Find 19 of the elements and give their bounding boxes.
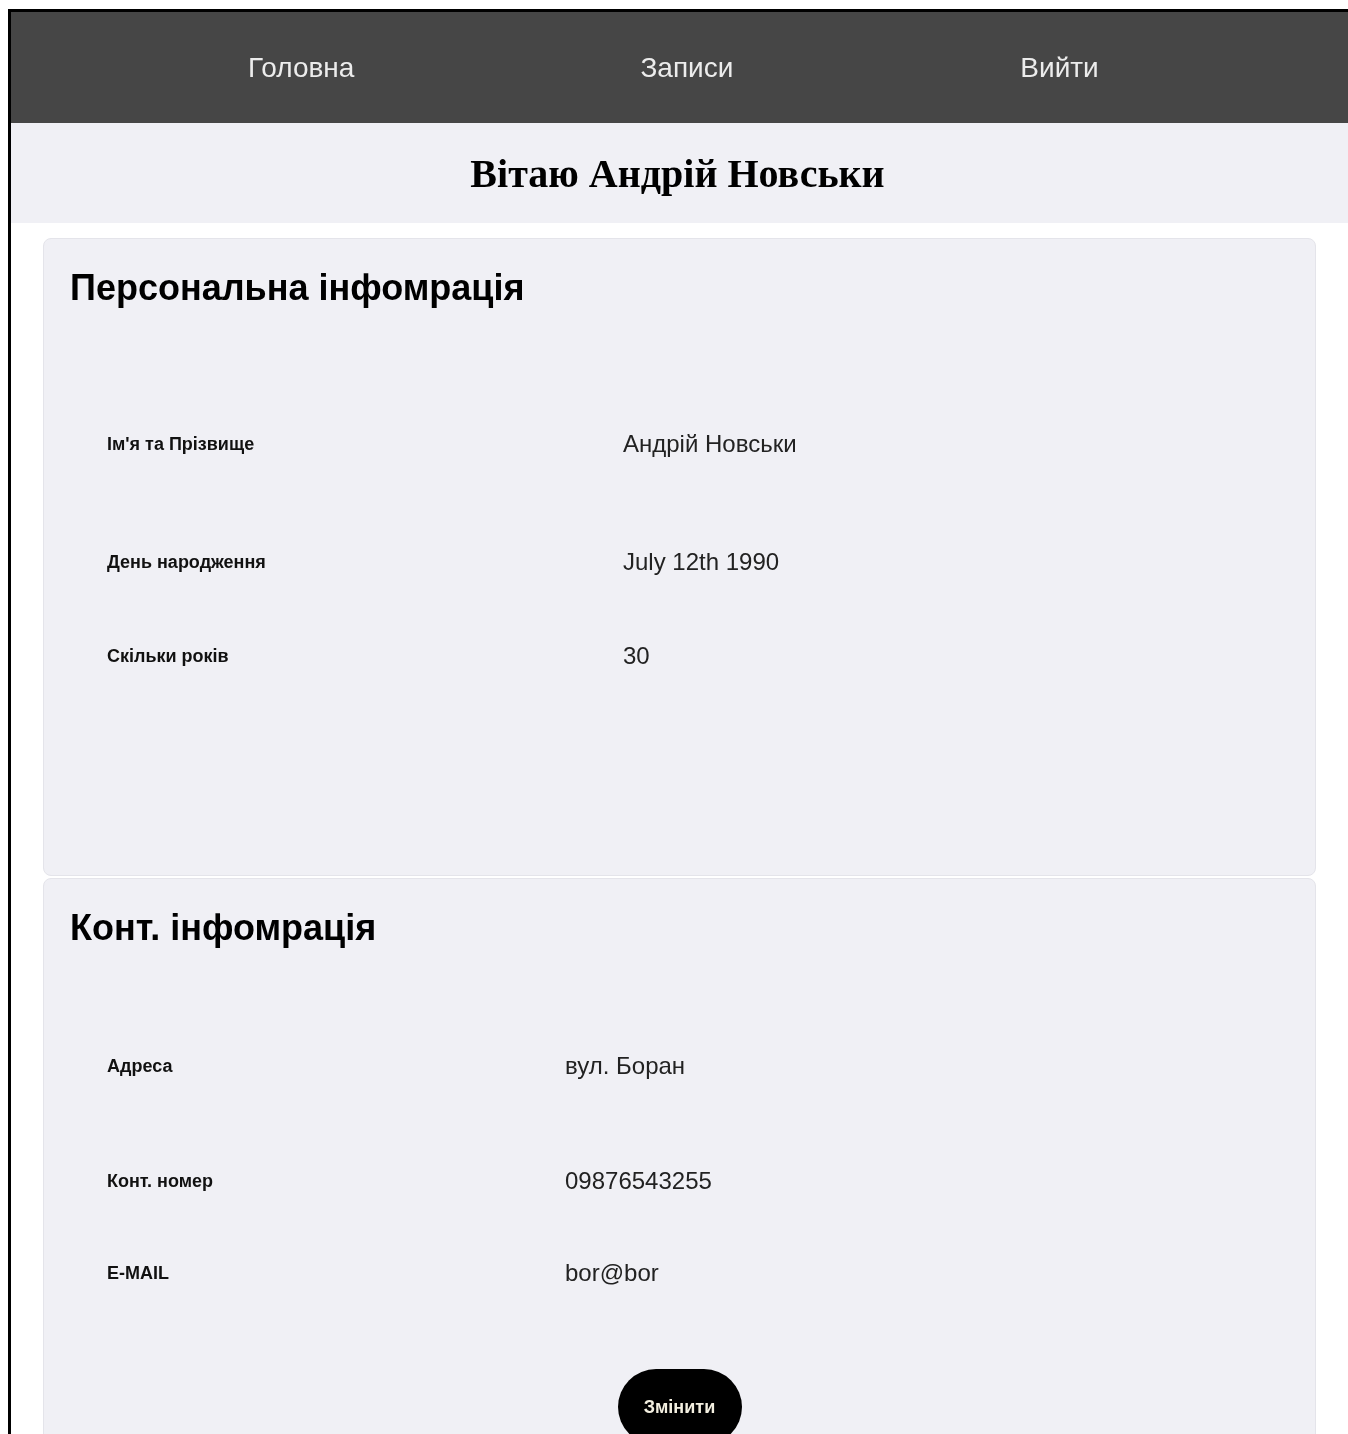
field-label: День народження [107, 551, 267, 573]
section-title: Персональна інфомрація [70, 267, 526, 309]
field-value: вул. Боран [565, 1052, 687, 1080]
greeting-title: Вітаю Андрій Новськи [470, 149, 886, 197]
field-value: 09876543255 [565, 1167, 713, 1195]
field-value: July 12th 1990 [623, 548, 781, 576]
field-value: bor@bor [565, 1259, 660, 1287]
field-label: E-MAIL [107, 1262, 170, 1284]
field-label: Адреса [107, 1055, 174, 1077]
nav-link[interactable]: Записи [640, 51, 734, 84]
field-value: Андрій Новськи [623, 430, 798, 458]
field-label: Конт. номер [107, 1170, 215, 1192]
nav-link[interactable]: Головна [248, 51, 355, 84]
field-value: 30 [623, 642, 651, 670]
section-title: Конт. інфомрація [70, 907, 378, 949]
nav-link[interactable]: Вийти [1020, 51, 1099, 84]
field-label: Ім'я та Прізвище [107, 433, 256, 455]
edit-button[interactable]: Змінити [617, 1369, 742, 1434]
field-label: Скільки років [107, 645, 230, 667]
